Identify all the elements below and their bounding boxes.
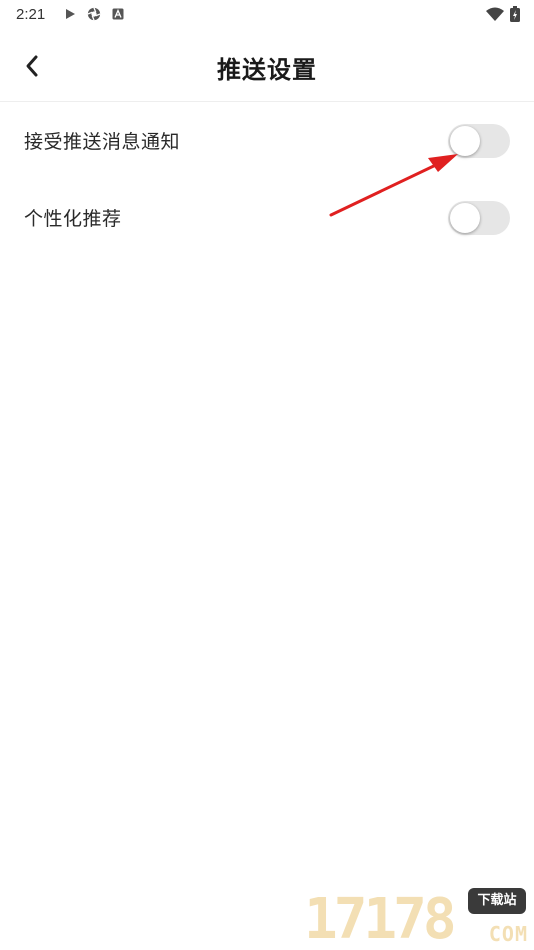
watermark-badge: 下载站 — [468, 888, 526, 914]
setting-row-personalized-recommendations: 个性化推荐 — [0, 179, 534, 256]
toggle-knob — [450, 202, 480, 233]
setting-label: 个性化推荐 — [24, 208, 122, 230]
screen: 2:21 推送设置 接受推送消息通知 个性化推荐 17178 下载站 COM — [0, 0, 534, 950]
watermark-digits: 17178 — [304, 887, 457, 950]
settings-list: 接受推送消息通知 个性化推荐 — [0, 102, 534, 256]
toggle-knob — [450, 125, 480, 156]
aperture-icon — [87, 7, 101, 21]
a-box-icon — [111, 7, 125, 21]
wifi-icon — [486, 7, 504, 21]
battery-icon — [510, 6, 520, 22]
watermark-suffix: COM — [488, 922, 528, 946]
status-icons-right — [486, 6, 520, 22]
status-bar: 2:21 — [0, 0, 534, 28]
page-title: 推送设置 — [217, 56, 317, 84]
play-icon — [63, 7, 77, 21]
personalized-recommendations-toggle[interactable] — [448, 200, 510, 235]
status-time: 2:21 — [16, 5, 46, 23]
push-notifications-toggle[interactable] — [448, 123, 510, 158]
app-header: 推送设置 — [0, 28, 534, 102]
setting-label: 接受推送消息通知 — [24, 131, 181, 153]
setting-row-push-notifications: 接受推送消息通知 — [0, 102, 534, 179]
watermark-logo: 17178 下载站 COM — [304, 888, 530, 950]
status-icons-left — [63, 7, 125, 21]
